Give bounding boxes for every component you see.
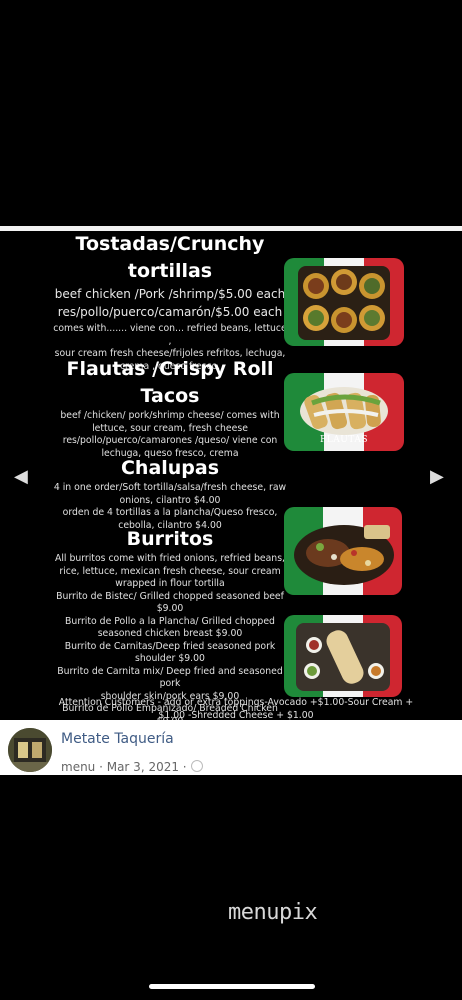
burritos-line: Burrito de Bistec/ Grilled chopped seaso… (56, 590, 284, 602)
menupix-watermark: menupix (228, 900, 318, 925)
burritos-line: seasoned chicken breast $9.00 (97, 628, 243, 639)
chalupas-desc-2: onions, cilantro $4.00 (119, 494, 221, 506)
photo-meta-text: menu · Mar 3, 2021 · (61, 760, 187, 774)
chalupas-title: Chalupas (120, 457, 220, 479)
chalupas-desc-1: 4 in one order/Soft tortilla/salsa/fresh… (53, 482, 287, 493)
burritos-line: Burrito de Carnitas/Deep fried seasoned … (64, 640, 276, 652)
photo-meta: menu · Mar 3, 2021 · (61, 760, 203, 774)
flautas-title-2: Tacos (140, 385, 200, 407)
burritos-line: All burritos come with fried onions, ref… (54, 553, 286, 564)
flautas-photo-label: FLAUTAS (320, 435, 368, 445)
flautas-photo: FLAUTAS (284, 373, 404, 451)
tostadas-title-2: tortillas (127, 260, 213, 282)
burritos-line: shoulder $9.00 (135, 653, 205, 664)
home-indicator[interactable] (149, 984, 315, 989)
chalupas-photo (284, 507, 402, 595)
flautas-section: Flautas /Crispy Roll Tacos beef /chicken… (52, 356, 288, 460)
flautas-desc-2: lettuce, sour cream, fresh cheese (92, 422, 248, 434)
burritos-line: Burrito de Carnita mix/ Deep fried and s… (57, 665, 283, 690)
restaurant-name-link[interactable]: Metate Taquería (61, 731, 174, 747)
burritos-line: Burrito de Pollo a la Plancha/ Grilled c… (65, 615, 275, 627)
next-photo-button[interactable]: ▶ (430, 466, 444, 487)
globe-icon (190, 760, 203, 772)
tostadas-desc-1: comes with....... viene con... refried b… (53, 323, 287, 347)
attention-line-1: Attention Customers - add or extra toppi… (58, 697, 414, 708)
chalupas-section: Chalupas 4 in one order/Soft tortilla/sa… (52, 455, 288, 532)
restaurant-avatar[interactable] (8, 728, 52, 772)
tostadas-photo (284, 258, 404, 346)
previous-photo-button[interactable]: ◀ (14, 466, 28, 487)
flautas-desc-1: beef /chicken/ pork/shrimp cheese/ comes… (60, 410, 280, 421)
burritos-title: Burritos (126, 528, 214, 550)
tostadas-price-2: res/pollo/puerco/camarón/$5.00 each (57, 305, 283, 319)
tostadas-section: Tostadas/Crunchy tortillas beef chicken … (52, 231, 288, 373)
attention-note: Attention Customers - add or extra toppi… (40, 697, 432, 722)
flautas-title: Flautas /Crispy Roll (66, 358, 274, 380)
menu-photo: Tostadas/Crunchy tortillas beef chicken … (0, 231, 462, 727)
tostadas-price-1: beef chicken /Pork /shrimp/$5.00 each (54, 287, 286, 301)
burritos-line: rice, lettuce, mexican fresh cheese, sou… (59, 565, 281, 577)
burritos-line: wrapped in flour tortilla (115, 578, 225, 589)
tostadas-title: Tostadas/Crunchy (75, 233, 265, 255)
flautas-desc-3: res/pollo/puerco/camarones /queso/ viene… (62, 435, 278, 446)
burritos-line: $9.00 (156, 603, 184, 614)
photo-caption: Metate Taquería menu · Mar 3, 2021 · (0, 720, 462, 775)
burritos-photo (284, 615, 402, 697)
chalupas-desc-3: orden de 4 tortillas a la plancha/Queso … (62, 507, 278, 518)
